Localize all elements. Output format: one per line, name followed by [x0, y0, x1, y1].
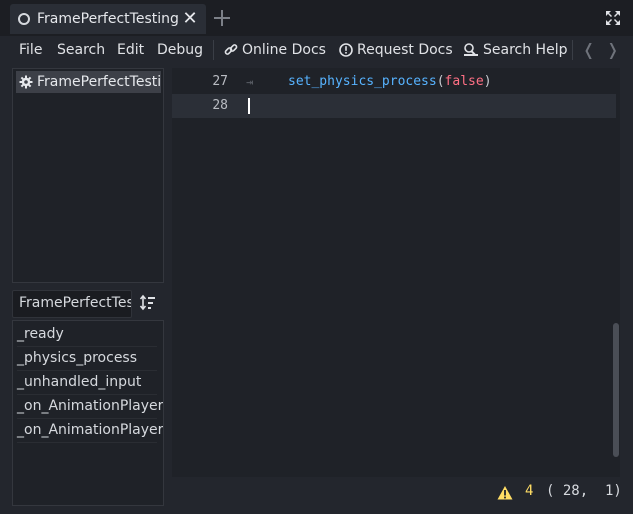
code-keyword: false: [444, 74, 484, 89]
line-number: 27: [212, 74, 228, 89]
menu-divider: [213, 40, 214, 60]
method-list: _ready _physics_process _unhandled_input…: [12, 320, 164, 506]
menu-search[interactable]: Search: [57, 40, 105, 60]
script-list-item-label: FramePerfectTesting: [37, 74, 161, 90]
scene-unsaved-icon: [18, 13, 30, 25]
help-search-icon: [463, 43, 479, 63]
editor-scrollbar[interactable]: [613, 323, 619, 457]
search-help-label: Search Help: [483, 42, 568, 58]
method-filter-value: FramePerfectTesting: [19, 295, 131, 311]
distraction-free-icon[interactable]: [605, 10, 621, 26]
code-line-current[interactable]: 28: [172, 94, 616, 118]
tab-indent-icon: ⇥: [246, 75, 254, 89]
online-docs-button[interactable]: Online Docs: [224, 40, 326, 63]
search-help-button[interactable]: Search Help: [463, 40, 567, 63]
menu-file[interactable]: File: [19, 40, 42, 60]
code-text: set_physics_process(false): [288, 70, 492, 94]
menu-edit[interactable]: Edit: [117, 40, 144, 60]
online-docs-label: Online Docs: [242, 42, 326, 58]
code-paren-open: (: [436, 74, 445, 89]
warning-icon[interactable]: [497, 485, 513, 501]
method-filter-input[interactable]: FramePerfectTesting: [12, 290, 132, 318]
code-editor[interactable]: 27 ⇥ set_physics_process(false) 28: [172, 68, 620, 477]
gear-icon: [19, 75, 33, 89]
cursor-position: ( 28, 1): [546, 483, 622, 499]
line-number: 28: [212, 98, 228, 113]
script-list: FramePerfectTesting: [12, 68, 164, 283]
help-circle-icon: [339, 43, 353, 63]
sort-icon[interactable]: [139, 294, 157, 312]
menu-divider: [572, 40, 573, 60]
method-list-item[interactable]: _on_AnimationPlayer_animation_finished: [17, 394, 163, 419]
code-line[interactable]: 27 ⇥ set_physics_process(false): [172, 70, 616, 94]
code-paren-close: ): [483, 74, 492, 89]
method-list-item[interactable]: _unhandled_input: [17, 370, 157, 395]
menu-bar: File Search Edit Debug Online Docs Reque…: [0, 36, 633, 64]
script-list-item[interactable]: FramePerfectTesting: [16, 71, 161, 93]
tab-title: FramePerfectTesting: [37, 11, 179, 27]
tab-frameperfecttesting[interactable]: FramePerfectTesting ✕: [10, 4, 206, 34]
menu-debug[interactable]: Debug: [157, 40, 203, 60]
method-list-item[interactable]: _physics_process: [17, 346, 157, 371]
request-docs-button[interactable]: Request Docs: [339, 40, 453, 63]
link-icon: [224, 43, 238, 63]
request-docs-label: Request Docs: [357, 42, 453, 58]
close-tab-icon[interactable]: ✕: [180, 9, 200, 29]
script-editor-window: FramePerfectTesting ✕ File Search Edit D…: [0, 0, 633, 514]
add-tab-icon[interactable]: [212, 8, 232, 28]
tab-bar: FramePerfectTesting ✕: [0, 0, 633, 36]
text-caret: [248, 98, 250, 114]
warning-count[interactable]: 4: [525, 483, 533, 499]
history-forward-icon[interactable]: ❭: [606, 42, 619, 58]
method-list-item[interactable]: _ready: [17, 322, 157, 347]
method-list-item[interactable]: _on_AnimationPlayer_animation_started: [17, 418, 163, 443]
status-bar: 4 ( 28, 1): [172, 480, 622, 506]
code-function: set_physics_process: [288, 74, 437, 89]
history-back-icon[interactable]: ❬: [582, 42, 595, 58]
